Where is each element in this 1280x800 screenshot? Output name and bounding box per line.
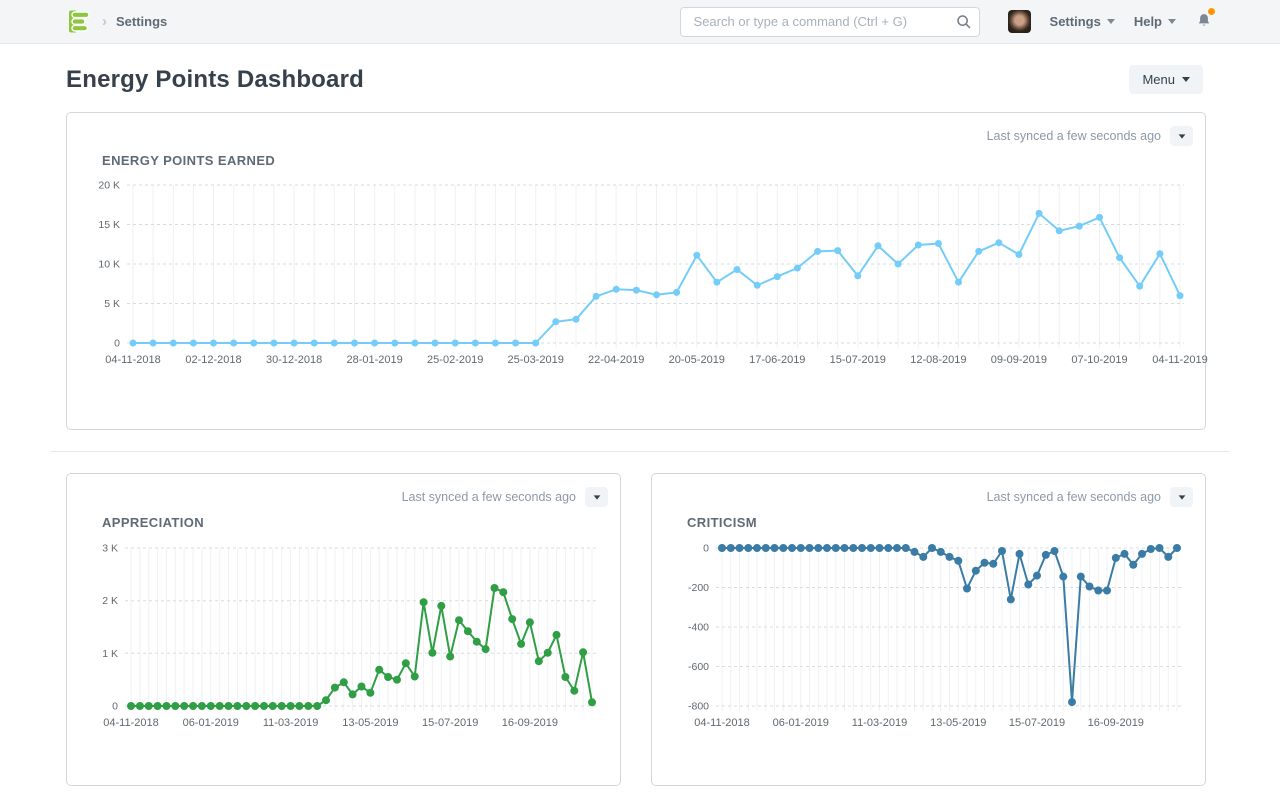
last-synced-text: Last synced a few seconds ago — [402, 490, 576, 504]
chart-card-menu-button[interactable] — [1170, 126, 1193, 146]
svg-text:04-11-2018: 04-11-2018 — [694, 717, 749, 729]
svg-text:13-05-2019: 13-05-2019 — [342, 717, 398, 729]
criticism-chart: 0 -200 -400 -600 -800 04-11-2018 06-01-2019 11-… — [666, 538, 1191, 736]
notifications-bell-button[interactable] — [1195, 11, 1213, 33]
bottom-cards-row: Last synced a few seconds ago APPRECIATI… — [66, 473, 1280, 786]
last-synced-text: Last synced a few seconds ago — [987, 129, 1161, 143]
svg-text:16-09-2019: 16-09-2019 — [502, 717, 558, 729]
svg-text:13-05-2019: 13-05-2019 — [930, 717, 986, 729]
svg-text:22-04-2019: 22-04-2019 — [588, 354, 644, 366]
svg-text:10 K: 10 K — [98, 259, 120, 271]
breadcrumb-settings-link[interactable]: Settings — [116, 14, 167, 29]
menu-button-label: Menu — [1142, 72, 1175, 87]
chevron-right-icon: › — [102, 13, 107, 30]
svg-text:3 K: 3 K — [102, 543, 118, 555]
page-title: Energy Points Dashboard — [66, 66, 364, 94]
svg-text:02-12-2018: 02-12-2018 — [185, 354, 241, 366]
svg-text:06-01-2019: 06-01-2019 — [773, 717, 829, 729]
caret-down-icon — [1182, 77, 1190, 82]
navbar-right: Settings Help — [1008, 10, 1213, 33]
svg-text:15-07-2019: 15-07-2019 — [422, 717, 478, 729]
svg-text:25-02-2019: 25-02-2019 — [427, 354, 483, 366]
svg-text:-200: -200 — [688, 582, 709, 594]
appreciation-card: Last synced a few seconds ago APPRECIATI… — [66, 473, 621, 786]
chart-card-menu-button[interactable] — [1170, 487, 1193, 507]
svg-text:5 K: 5 K — [104, 298, 120, 310]
svg-text:11-03-2019: 11-03-2019 — [852, 717, 907, 729]
svg-text:12-08-2019: 12-08-2019 — [910, 354, 966, 366]
svg-text:-800: -800 — [688, 701, 709, 713]
caret-down-icon — [1168, 19, 1176, 24]
svg-text:15-07-2019: 15-07-2019 — [1009, 717, 1065, 729]
svg-text:11-03-2019: 11-03-2019 — [263, 717, 318, 729]
appreciation-chart: 0 1 K 2 K 3 K 04-11-2018 06-01-2019 11-03-2019… — [81, 538, 606, 736]
caret-down-icon — [1107, 19, 1115, 24]
svg-text:16-09-2019: 16-09-2019 — [1088, 717, 1144, 729]
caret-down-icon — [1178, 134, 1185, 138]
svg-text:04-11-2019: 04-11-2019 — [1152, 354, 1207, 366]
user-menu-button[interactable]: Settings — [1050, 14, 1115, 29]
svg-text:0: 0 — [112, 701, 118, 713]
svg-text:1 K: 1 K — [102, 648, 118, 660]
chart-title: APPRECIATION — [102, 515, 204, 530]
help-menu-button[interactable]: Help — [1134, 14, 1176, 29]
svg-text:20 K: 20 K — [98, 180, 120, 192]
avatar[interactable] — [1008, 10, 1031, 33]
svg-text:09-09-2019: 09-09-2019 — [991, 354, 1047, 366]
svg-text:0: 0 — [114, 338, 120, 350]
svg-text:-600: -600 — [688, 661, 709, 673]
svg-text:0: 0 — [703, 543, 709, 555]
page-head: Energy Points Dashboard Menu — [0, 44, 1280, 112]
svg-text:2 K: 2 K — [102, 595, 118, 607]
svg-text:07-10-2019: 07-10-2019 — [1071, 354, 1127, 366]
global-search — [680, 7, 980, 37]
section-divider — [50, 451, 1230, 452]
chart-title: CRITICISM — [687, 515, 757, 530]
svg-text:30-12-2018: 30-12-2018 — [266, 354, 322, 366]
svg-text:04-11-2018: 04-11-2018 — [105, 354, 160, 366]
search-input[interactable] — [680, 7, 980, 37]
erpnext-logo-icon[interactable] — [66, 8, 93, 35]
menu-button[interactable]: Menu — [1129, 65, 1203, 94]
energy-points-earned-chart: 0 5 K 10 K 15 K 20 K 04-11-2018 02-12-2018 30-1… — [85, 175, 1190, 373]
svg-text:20-05-2019: 20-05-2019 — [669, 354, 725, 366]
criticism-card: Last synced a few seconds ago CRITICISM … — [651, 473, 1206, 786]
last-synced-text: Last synced a few seconds ago — [987, 490, 1161, 504]
dashboard: Last synced a few seconds ago ENERGY POI… — [0, 112, 1280, 786]
energy-points-earned-card: Last synced a few seconds ago ENERGY POI… — [66, 112, 1206, 430]
svg-text:25-03-2019: 25-03-2019 — [508, 354, 564, 366]
chart-card-menu-button[interactable] — [585, 487, 608, 507]
svg-text:17-06-2019: 17-06-2019 — [749, 354, 805, 366]
help-menu-label: Help — [1134, 14, 1162, 29]
svg-text:15-07-2019: 15-07-2019 — [830, 354, 886, 366]
chart-title: ENERGY POINTS EARNED — [102, 153, 275, 168]
user-menu-label: Settings — [1050, 14, 1101, 29]
caret-down-icon — [1178, 495, 1185, 499]
navbar: › Settings Settings Help — [0, 0, 1280, 44]
search-icon — [956, 14, 972, 35]
caret-down-icon — [593, 495, 600, 499]
svg-text:15 K: 15 K — [98, 219, 120, 231]
svg-text:06-01-2019: 06-01-2019 — [183, 717, 239, 729]
svg-text:28-01-2019: 28-01-2019 — [346, 354, 402, 366]
notification-dot — [1208, 8, 1215, 15]
svg-text:-400: -400 — [688, 622, 709, 634]
svg-text:04-11-2018: 04-11-2018 — [103, 717, 158, 729]
breadcrumb: › Settings — [66, 8, 167, 35]
